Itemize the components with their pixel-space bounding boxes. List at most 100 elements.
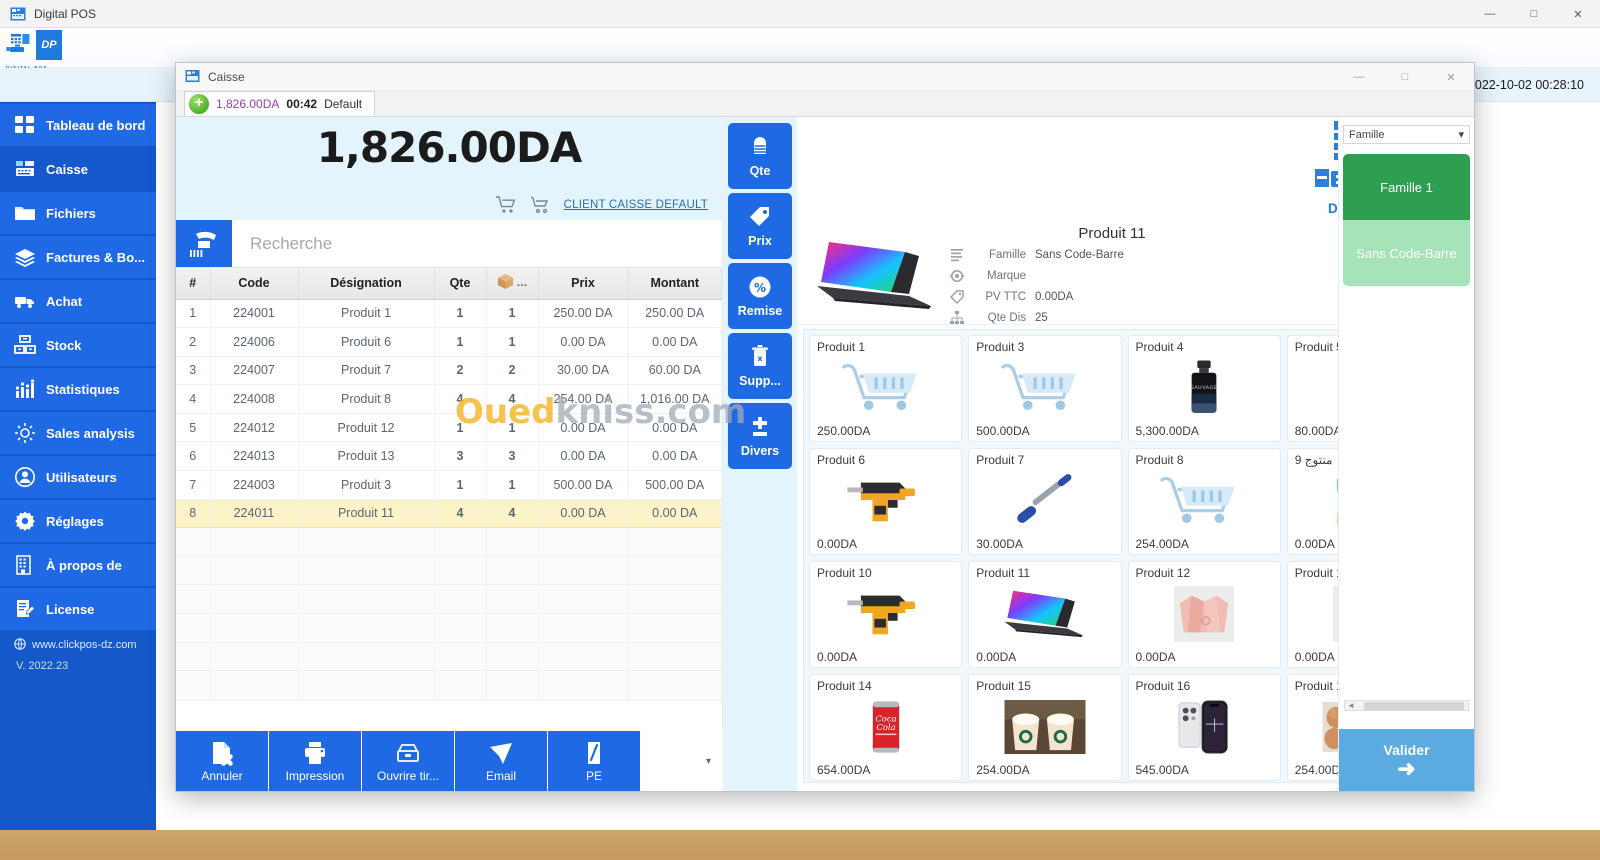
sidebar-item-factures-bons[interactable]: Factures & Bo... — [0, 236, 156, 278]
ticket-tab[interactable]: + 1,826.00DA 00:42 Default — [184, 91, 376, 116]
sidebar-item-sales-analysis[interactable]: Sales analysis — [0, 412, 156, 454]
row-montant: 0.00 DA — [628, 441, 722, 472]
family-button-famille-1[interactable]: Famille 1 — [1343, 154, 1470, 220]
row-index: 3 — [176, 356, 211, 386]
sidebar-item-label: Achat — [46, 293, 83, 309]
sidebar-item-stock[interactable]: Stock — [0, 324, 156, 366]
row-montant: 0.00 DA — [628, 413, 722, 443]
table-row[interactable]: 8 224011 Produit 11 4 4 0.00 DA 0.00 DA — [176, 499, 722, 529]
ticket-pane: 1,826.00DA CLIENT CAISSE DEFAULT Recherc… — [176, 117, 723, 791]
table-row[interactable]: 5 224012 Produit 12 1 1 0.00 DA 0.00 DA — [176, 413, 722, 443]
cart-icon[interactable] — [495, 196, 516, 214]
sidebar-item-caisse[interactable]: Caisse — [0, 148, 156, 190]
qte-button[interactable]: Qte — [728, 123, 792, 189]
product-detail-name: Produit 11 — [1078, 225, 1146, 242]
product-card[interactable]: Produit 4 SAUVAGE 5,300.00DA — [1127, 335, 1281, 442]
caisse-maximize-button[interactable]: □ — [1382, 63, 1428, 91]
divers-button[interactable]: Divers — [728, 403, 792, 469]
email-button[interactable]: Email — [455, 731, 547, 791]
chevron-down-icon: ▾ — [1458, 129, 1464, 141]
sidebar-item-fichiers[interactable]: Fichiers — [0, 192, 156, 234]
remise-button[interactable]: % Remise — [728, 263, 792, 329]
caisse-minimize-button[interactable]: — — [1336, 63, 1382, 91]
sidebar-website-link[interactable]: www.clickpos-dz.com — [0, 632, 156, 658]
annuler-button[interactable]: Annuler — [176, 731, 268, 791]
product-card-price: 0.00DA — [817, 650, 858, 664]
more-actions-button[interactable]: ▾ — [641, 731, 723, 791]
row-designation: Produit 13 — [298, 441, 435, 472]
row-index: 2 — [176, 327, 211, 357]
product-card-name: Produit 1 — [817, 340, 866, 354]
list-icon — [949, 247, 965, 263]
table-row[interactable]: 6 224013 Produit 13 3 3 0.00 DA 0.00 DA — [176, 441, 722, 472]
col-code[interactable]: Code — [210, 268, 299, 300]
valider-button[interactable]: Valider ➜ — [1339, 729, 1474, 791]
col-designation[interactable]: Désignation — [298, 268, 435, 300]
client-cart-icon[interactable] — [530, 196, 550, 214]
family-button-sans-code-barre[interactable]: Sans Code-Barre — [1343, 220, 1470, 286]
sidebar: Tableau de bord Caisse Fichiers Factures… — [0, 102, 156, 830]
close-button[interactable]: ✕ — [1556, 0, 1600, 28]
family-scrollbar-thumb[interactable] — [1363, 701, 1464, 710]
product-card[interactable]: Produit 10 0.00DA — [809, 561, 963, 668]
client-link[interactable]: CLIENT CAISSE DEFAULT — [564, 199, 708, 211]
sidebar-item-reglages[interactable]: Réglages — [0, 500, 156, 542]
impression-button[interactable]: Impression — [269, 731, 361, 791]
row-qte-package: 1 — [486, 470, 539, 500]
maximize-button[interactable]: □ — [1512, 0, 1556, 28]
row-prix: 250.00 DA — [538, 299, 629, 329]
col-qte[interactable]: Qte — [434, 268, 487, 300]
caisse-close-button[interactable]: ✕ — [1428, 63, 1474, 91]
product-card[interactable]: Produit 15 254.00DA — [968, 674, 1122, 781]
table-row[interactable]: 2 224006 Produit 6 1 1 0.00 DA 0.00 DA — [176, 327, 722, 357]
ouvrir-tiroir-button[interactable]: Ouvrire tir... — [362, 731, 454, 791]
family-horizontal-scrollbar[interactable]: ◄ — [1344, 700, 1469, 711]
product-card[interactable]: Produit 12 0.00DA — [1127, 561, 1281, 668]
sidebar-item-statistiques[interactable]: Statistiques — [0, 368, 156, 410]
sidebar-item-label: Fichiers — [46, 205, 96, 221]
detail-famille-value: Sans Code-Barre — [1035, 249, 1124, 261]
table-row[interactable]: 1 224001 Produit 1 1 1 250.00 DA 250.00 DA — [176, 299, 722, 329]
row-montant: 500.00 DA — [628, 470, 722, 500]
col-package[interactable]: … — [486, 268, 539, 300]
pe-button[interactable]: PE — [548, 731, 640, 791]
table-row[interactable]: 3 224007 Produit 7 2 2 30.00 DA 60.00 DA — [176, 356, 722, 386]
row-prix: 0.00 DA — [538, 413, 629, 443]
sidebar-item-license[interactable]: License — [0, 588, 156, 630]
sidebar-item-tableau-de-bord[interactable]: Tableau de bord — [0, 104, 156, 146]
prix-button[interactable]: Prix — [728, 193, 792, 259]
row-qte-package: 2 — [486, 356, 539, 386]
sidebar-item-utilisateurs[interactable]: Utilisateurs — [0, 456, 156, 498]
minimize-button[interactable]: — — [1468, 0, 1512, 28]
row-index: 7 — [176, 470, 211, 500]
famille-select[interactable]: Famille ▾ — [1343, 125, 1470, 144]
supprimer-button[interactable]: x Supp... — [728, 333, 792, 399]
row-prix: 0.00 DA — [538, 327, 629, 357]
table-row[interactable]: 7 224003 Produit 3 1 1 500.00 DA 500.00 DA — [176, 470, 722, 500]
product-card[interactable]: Produit 14 Coca Cola 654.00DA — [809, 674, 963, 781]
col-prix[interactable]: Prix — [538, 268, 629, 300]
product-card[interactable]: Produit 1 250.00DA — [809, 335, 963, 442]
product-card[interactable]: Produit 16 545.00DA — [1127, 674, 1281, 781]
annuler-label: Annuler — [201, 768, 243, 783]
product-card-price: 0.00DA — [1135, 650, 1176, 664]
product-card[interactable]: Produit 8 254.00DA — [1127, 448, 1281, 555]
row-code: 224003 — [210, 470, 299, 500]
product-card[interactable]: Produit 7 30.00DA — [968, 448, 1122, 555]
sidebar-item-a-propos-de[interactable]: À propos de — [0, 544, 156, 586]
tree-icon — [949, 310, 965, 326]
search-input[interactable] — [232, 220, 722, 267]
barcode-scan-button[interactable] — [176, 220, 232, 267]
table-row[interactable]: 4 224008 Produit 8 4 4 254.00 DA 1,016.00 DA — [176, 384, 722, 414]
product-card[interactable]: Produit 3 500.00DA — [968, 335, 1122, 442]
sidebar-item-achat[interactable]: Achat — [0, 280, 156, 322]
col-montant[interactable]: Montant — [628, 268, 722, 300]
pe-label: PE — [585, 768, 602, 783]
row-qte: 4 — [434, 499, 487, 529]
scroll-left-arrow-icon[interactable]: ◄ — [1347, 701, 1355, 710]
row-montant: 250.00 DA — [628, 299, 722, 329]
add-ticket-icon[interactable]: + — [189, 94, 209, 114]
product-card[interactable]: Produit 6 0.00DA — [809, 448, 963, 555]
product-card[interactable]: Produit 11 0.00DA — [968, 561, 1122, 668]
col-index[interactable]: # — [176, 268, 211, 300]
